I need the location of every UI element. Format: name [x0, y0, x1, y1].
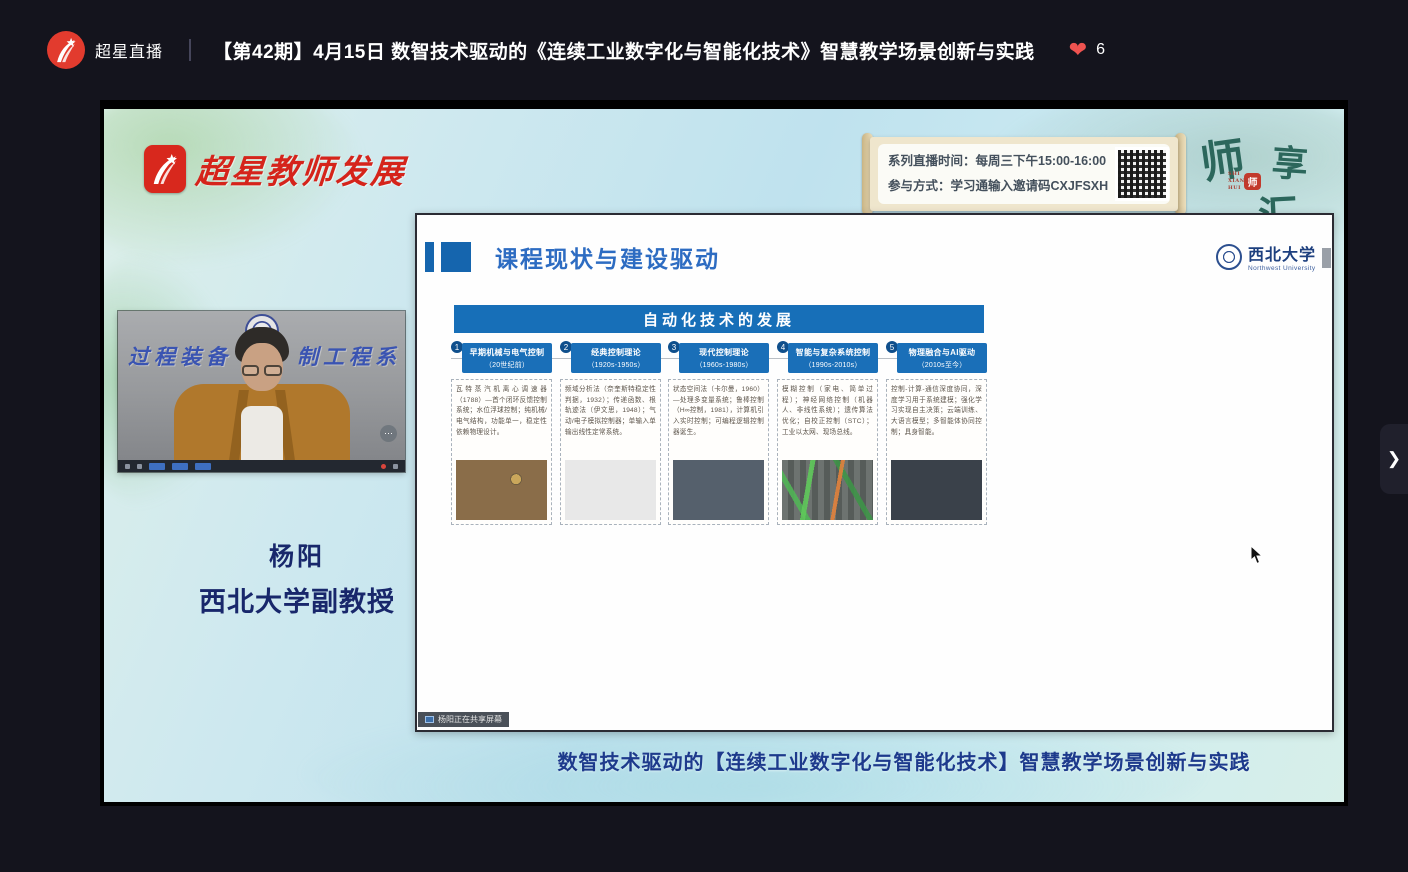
- column-body: 模糊控制（家电、简单过程）；神经网络控制（机器人、非线性系统）；遗传算法优化；自…: [777, 379, 878, 525]
- industrial-network-cabinet-photo: [782, 460, 873, 520]
- plc-controller-photo: [673, 460, 764, 520]
- shared-screen-slide: 课程现状与建设驱动 西北大学 Northwest University 自动化技…: [415, 213, 1334, 732]
- column-period: （1960s-1980s）: [679, 360, 769, 370]
- slide-title: 课程现状与建设驱动: [495, 240, 720, 274]
- university-name-zh: 西北大学: [1248, 241, 1316, 265]
- brand-name: 超星直播: [95, 38, 163, 62]
- schedule-line2: 参与方式：学习通输入邀请码CXJFSXH: [888, 174, 1108, 199]
- mouse-cursor: [1250, 545, 1264, 565]
- toolbar-chip-icon: [195, 463, 211, 470]
- toolbar-dot-icon: [137, 464, 142, 469]
- column-body: 控制-计算-通信深度协同，深度学习用于系统建模；强化学习实现自主决策；云端训练、…: [886, 379, 987, 525]
- schedule-line1: 系列直播时间：每周三下午15:00-16:00: [888, 149, 1108, 174]
- column-header: 早期机械与电气控制 （20世纪前）: [462, 343, 552, 373]
- toolbar-chip-icon: [172, 463, 188, 470]
- slide-header: 课程现状与建设驱动: [425, 240, 720, 274]
- header-bar-decor: [441, 242, 471, 272]
- header-bar-decor: [425, 242, 434, 272]
- teacher-development-wordmark: 超星教师发展: [194, 145, 408, 193]
- presenter-tshirt: [241, 406, 283, 460]
- column-title: 智能与复杂系统控制: [788, 347, 878, 358]
- record-dot-icon: [381, 464, 386, 469]
- steam-engine-governor-photo: [456, 460, 547, 520]
- toolbar-dot-icon: [125, 464, 130, 469]
- column-text: 控制-计算-通信深度协同，深度学习用于系统建模；强化学习实现自主决策；云端训练、…: [887, 380, 986, 438]
- teacher-development-logo: 超星教师发展: [144, 145, 406, 193]
- university-name-en: Northwest University: [1248, 265, 1316, 272]
- column-text: 瓦特蒸汽机离心调速器（1788）—首个闭环反馈控制系统；水位浮球控制；纯机械/电…: [452, 380, 551, 438]
- university-logo: 西北大学 Northwest University: [1216, 241, 1316, 272]
- screen-sharing-badge: 杨阳正在共享屏幕: [418, 712, 509, 727]
- timeline-column: 1 早期机械与电气控制 （20世纪前） 瓦特蒸汽机离心调速器（1788）—首个闭…: [451, 341, 552, 525]
- webcam-more-icon: ⋯: [380, 425, 397, 442]
- schedule-scroll-banner: 系列直播时间：每周三下午15:00-16:00 参与方式：学习通输入邀请码CXJ…: [862, 131, 1186, 219]
- aircraft-control-diagram-photo: [565, 460, 656, 520]
- column-text: 频域分析法（奈奎斯特稳定性判据，1932）；传递函数、根轨迹法（伊文思，1948…: [561, 380, 660, 438]
- column-title: 经典控制理论: [571, 347, 661, 358]
- scroll-body: 系列直播时间：每周三下午15:00-16:00 参与方式：学习通输入邀请码CXJ…: [870, 137, 1178, 211]
- seal-romanization: SHI XIANG HUI: [1228, 171, 1244, 192]
- timeline-column: 3 现代控制理论 （1960s-1980s） 状态空间法（卡尔曼，1960）—处…: [668, 341, 769, 525]
- topbar: 超星直播 【第42期】4月15日 数智技术驱动的《连续工业数字化与智能化技术》智…: [0, 0, 1408, 100]
- video-player: 超星教师发展 系列直播时间：每周三下午15:00-16:00 参与方式：学习通输…: [100, 100, 1348, 806]
- column-body: 状态空间法（卡尔曼，1960）—处理多变量系统；鲁棒控制（H∞控制，1981），…: [668, 379, 769, 525]
- chat-panel-expand-button[interactable]: ❯: [1380, 424, 1408, 494]
- column-period: （1990s-2010s）: [788, 360, 878, 370]
- screen-sharing-label: 杨阳正在共享屏幕: [438, 714, 502, 725]
- screen-share-icon: [425, 716, 434, 723]
- university-seal-icon: [1216, 244, 1242, 270]
- comet-swoosh-icon: [150, 152, 180, 186]
- column-period: （2010s至今）: [897, 360, 987, 370]
- column-period: （1920s-1950s）: [571, 360, 661, 370]
- column-period: （20世纪前）: [462, 360, 552, 370]
- toolbar-chip-icon: [149, 463, 165, 470]
- column-body: 频域分析法（奈奎斯特稳定性判据，1932）；传递函数、根轨迹法（伊文思，1948…: [560, 379, 661, 525]
- presenter-glasses: [242, 365, 282, 376]
- wall-calligraphy-left: 过程装备: [128, 341, 232, 371]
- presenter-webcam: 过程装备 制工程系 ⋯: [118, 311, 405, 472]
- column-header: 经典控制理论 （1920s-1950s）: [571, 343, 661, 373]
- like-count: 6: [1096, 41, 1105, 59]
- column-title: 现代控制理论: [679, 347, 769, 358]
- video-stage: 超星教师发展 系列直播时间：每周三下午15:00-16:00 参与方式：学习通输…: [104, 109, 1344, 802]
- slide-scrollbar-thumb: [1322, 248, 1331, 268]
- column-header: 现代控制理论 （1960s-1980s）: [679, 343, 769, 373]
- wall-calligraphy-right: 制工程系: [297, 341, 401, 371]
- column-header: 智能与复杂系统控制 （1990s-2010s）: [788, 343, 878, 373]
- calligraphy-char: 享: [1270, 134, 1310, 188]
- chaoxing-star-icon: [144, 145, 186, 193]
- chaoxing-logo-icon[interactable]: [47, 31, 85, 69]
- webcam-feed: 过程装备 制工程系 ⋯: [118, 311, 405, 460]
- scroll-inner: 系列直播时间：每周三下午15:00-16:00 参与方式：学习通输入邀请码CXJ…: [878, 144, 1170, 204]
- humanoid-robots-photo: [891, 460, 982, 520]
- qr-code: [1118, 150, 1166, 198]
- column-header: 物理融合与AI驱动 （2010s至今）: [897, 343, 987, 373]
- presenter-name: 杨阳: [132, 537, 462, 573]
- toolbar-dot-icon: [393, 464, 398, 469]
- column-body: 瓦特蒸汽机离心调速器（1788）—首个闭环反馈控制系统；水位浮球控制；纯机械/电…: [451, 379, 552, 525]
- column-text: 状态空间法（卡尔曼，1960）—处理多变量系统；鲁棒控制（H∞控制，1981），…: [669, 380, 768, 438]
- chevron-right-icon: ❯: [1387, 449, 1401, 469]
- like-heart-icon[interactable]: ❤: [1069, 39, 1087, 61]
- timeline-column: 2 经典控制理论 （1920s-1950s） 频域分析法（奈奎斯特稳定性判据，1…: [560, 341, 661, 525]
- schedule-text: 系列直播时间：每周三下午15:00-16:00 参与方式：学习通输入邀请码CXJ…: [888, 149, 1108, 199]
- column-title: 物理融合与AI驱动: [897, 347, 987, 358]
- column-text: 模糊控制（家电、简单过程）；神经网络控制（机器人、非线性系统）；遗传算法优化；自…: [778, 380, 877, 438]
- section-banner: 自动化技术的发展: [454, 305, 984, 333]
- column-title: 早期机械与电气控制: [462, 347, 552, 358]
- timeline-column: 5 物理融合与AI驱动 （2010s至今） 控制-计算-通信深度协同，深度学习用…: [886, 341, 987, 525]
- comet-swoosh-icon: [53, 36, 79, 64]
- presenter-title: 西北大学副教授: [132, 580, 462, 619]
- session-title-banner: 数智技术驱动的【连续工业数字化与智能化技术】智慧教学场景创新与实践: [424, 746, 1344, 775]
- live-title: 【第42期】4月15日 数智技术驱动的《连续工业数字化与智能化技术》智慧教学场景…: [213, 37, 1035, 64]
- webcam-toolbar: [118, 460, 405, 472]
- timeline-column: 4 智能与复杂系统控制 （1990s-2010s） 模糊控制（家电、简单过程）；…: [777, 341, 878, 525]
- divider: [189, 39, 191, 61]
- presenter-caption: 杨阳 西北大学副教授: [132, 537, 462, 619]
